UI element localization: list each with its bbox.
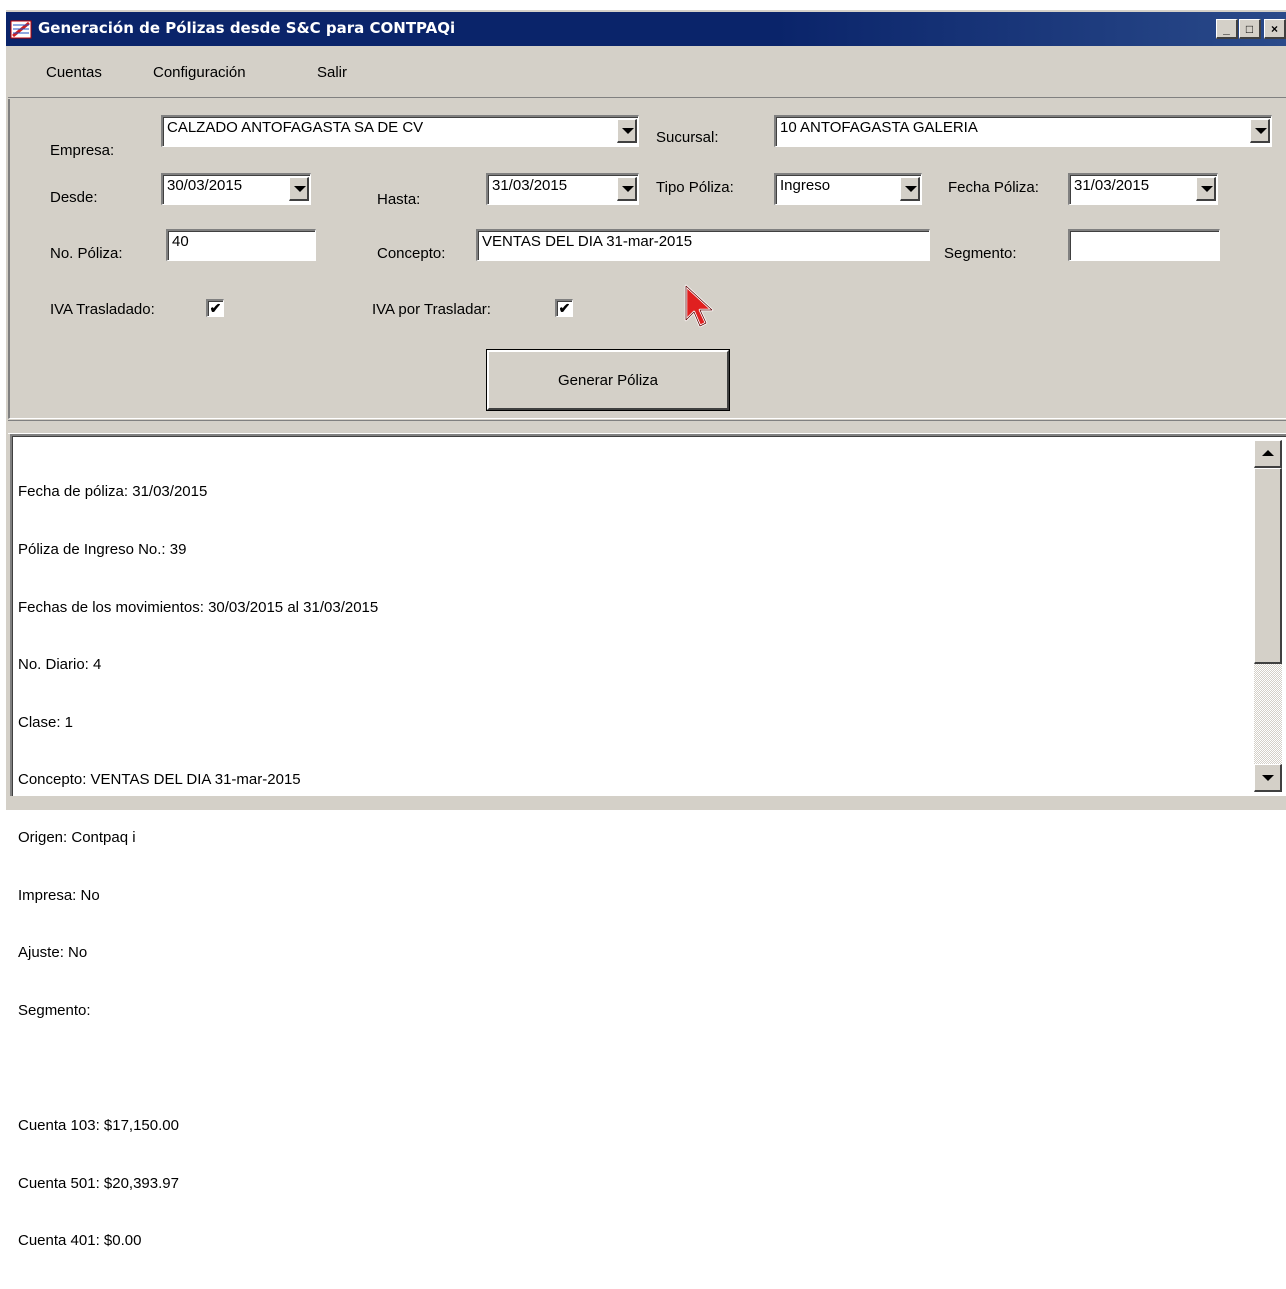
output-line: Concepto: VENTAS DEL DIA 31-mar-2015 [18, 771, 301, 789]
fecha-poliza-value: 31/03/2015 [1074, 177, 1150, 194]
maximize-icon: □ [1245, 21, 1254, 36]
output-line: Segmento: [18, 1001, 91, 1019]
concepto-value: VENTAS DEL DIA 31-mar-2015 [482, 233, 693, 250]
fecha-poliza-date-picker[interactable]: 31/03/2015 [1068, 173, 1218, 205]
menu-salir[interactable]: Salir [317, 64, 347, 81]
scroll-down-icon[interactable] [1254, 764, 1282, 792]
output-text: Fecha de póliza: 31/03/2015 Póliza de In… [18, 444, 1218, 1289]
output-line: Ajuste: No [18, 944, 88, 962]
title-bar[interactable]: Generación de Pólizas desde S&C para CON… [6, 12, 1286, 46]
tipo-poliza-value: Ingreso [780, 177, 831, 194]
menu-bar: Cuentas Configuración Salir [8, 46, 1286, 98]
sucursal-value: 10 ANTOFAGASTA GALERIA [780, 119, 978, 136]
hasta-dropdown-icon[interactable] [617, 177, 637, 201]
check-icon: ✔ [558, 300, 571, 316]
output-log[interactable]: Fecha de póliza: 31/03/2015 Póliza de In… [10, 434, 1286, 1249]
concepto-label: Concepto: [377, 245, 446, 262]
no-poliza-input[interactable]: 40 [166, 229, 316, 261]
iva-por-trasladar-label: IVA por Trasladar: [372, 301, 491, 318]
maximize-button[interactable]: □ [1239, 19, 1261, 39]
output-line: Origen: Contpaq i [18, 829, 136, 847]
fecha-poliza-label: Fecha Póliza: [948, 179, 1039, 196]
menu-cuentas[interactable]: Cuentas [46, 64, 102, 81]
output-line: Cuenta 103: $17,150.00 [18, 1117, 179, 1135]
iva-trasladado-checkbox[interactable]: ✔ [206, 299, 224, 317]
close-icon: × [1270, 21, 1278, 36]
iva-por-trasladar-checkbox[interactable]: ✔ [555, 299, 573, 317]
tipo-poliza-label: Tipo Póliza: [656, 179, 734, 196]
generar-poliza-button[interactable]: Generar Póliza [487, 350, 729, 410]
empresa-label: Empresa: [50, 142, 115, 159]
desde-date-picker[interactable]: 30/03/2015 [161, 173, 311, 205]
form-panel: Empresa: CALZADO ANTOFAGASTA SA DE CV Su… [8, 99, 1286, 419]
empresa-combo[interactable]: CALZADO ANTOFAGASTA SA DE CV [161, 115, 639, 147]
app-icon [10, 20, 32, 39]
bottom-border [8, 796, 1286, 810]
output-line: Fecha de póliza: 31/03/2015 [18, 483, 208, 501]
sucursal-combo[interactable]: 10 ANTOFAGASTA GALERIA [774, 115, 1272, 147]
minimize-button[interactable]: _ [1216, 19, 1238, 39]
hasta-label: Hasta: [377, 191, 421, 208]
desde-label: Desde: [50, 189, 98, 206]
generar-poliza-label: Generar Póliza [557, 371, 659, 389]
check-icon: ✔ [209, 300, 222, 316]
output-line: Fechas de los movimientos: 30/03/2015 al… [18, 598, 379, 616]
close-button[interactable]: × [1264, 19, 1286, 39]
scroll-up-icon[interactable] [1254, 440, 1282, 468]
scroll-thumb[interactable] [1254, 468, 1282, 664]
no-poliza-value: 40 [172, 233, 189, 250]
sucursal-label: Sucursal: [656, 129, 719, 146]
output-line: Impresa: No [18, 886, 100, 904]
concepto-input[interactable]: VENTAS DEL DIA 31-mar-2015 [476, 229, 930, 261]
iva-trasladado-label: IVA Trasladado: [50, 301, 155, 318]
empresa-dropdown-icon[interactable] [617, 119, 637, 143]
hasta-date-picker[interactable]: 31/03/2015 [486, 173, 639, 205]
menu-configuracion[interactable]: Configuración [153, 64, 246, 81]
output-line: Clase: 1 [18, 713, 74, 731]
segmento-label: Segmento: [944, 245, 1017, 262]
output-line: Póliza de Ingreso No.: 39 [18, 541, 187, 559]
fecha-poliza-dropdown-icon[interactable] [1196, 177, 1216, 201]
panel-splitter[interactable] [8, 420, 1286, 434]
desde-dropdown-icon[interactable] [289, 177, 309, 201]
tipo-poliza-dropdown-icon[interactable] [900, 177, 920, 201]
window-title: Generación de Pólizas desde S&C para CON… [38, 19, 456, 37]
empresa-value: CALZADO ANTOFAGASTA SA DE CV [167, 119, 424, 136]
minimize-icon: _ [1223, 21, 1230, 36]
output-line: Cuenta 501: $20,393.97 [18, 1174, 179, 1192]
output-line: Cuenta 401: $0.00 [18, 1232, 142, 1250]
desde-value: 30/03/2015 [167, 177, 243, 194]
output-line: No. Diario: 4 [18, 656, 102, 674]
mouse-cursor-icon [684, 284, 714, 328]
no-poliza-label: No. Póliza: [50, 245, 123, 262]
hasta-value: 31/03/2015 [492, 177, 568, 194]
sucursal-dropdown-icon[interactable] [1250, 119, 1270, 143]
vertical-scrollbar[interactable] [1254, 440, 1282, 792]
segmento-input[interactable] [1068, 229, 1220, 261]
tipo-poliza-combo[interactable]: Ingreso [774, 173, 922, 205]
